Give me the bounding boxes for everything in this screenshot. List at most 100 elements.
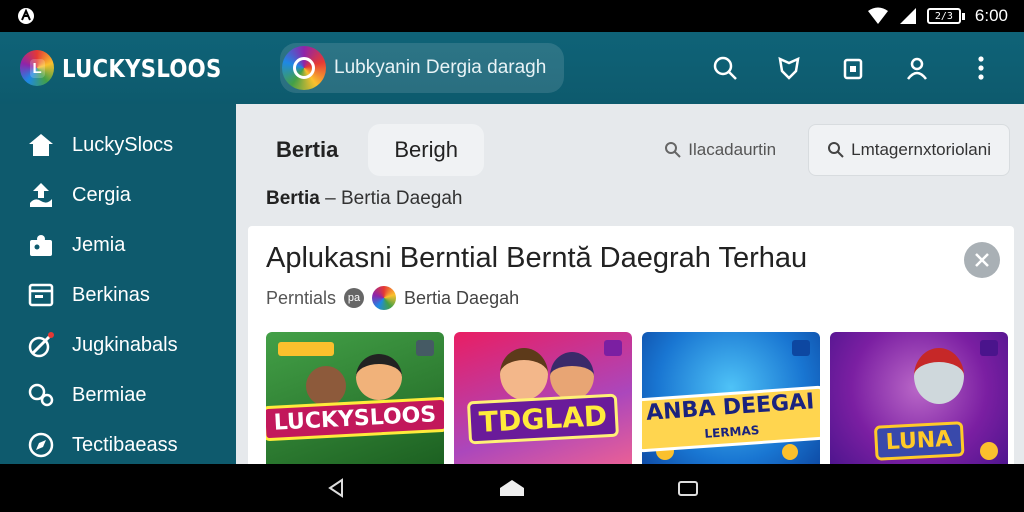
sidebar-item-label: Berkinas bbox=[72, 283, 150, 306]
more-button[interactable] bbox=[960, 47, 1002, 89]
thumbnail-tag-icon bbox=[792, 340, 810, 356]
sidebar: LuckySlocs Cergia Jemia Berkinas Jugkina… bbox=[0, 104, 236, 464]
filter-chip-label: Lmtagernxtoriolani bbox=[851, 140, 991, 159]
shield-icon bbox=[778, 56, 800, 80]
article-meta: Perntials pa Bertia Daegah bbox=[266, 286, 519, 310]
coin-icon bbox=[980, 442, 998, 460]
brand[interactable]: L LUCKYSLOOS bbox=[20, 50, 250, 86]
puzzle-icon bbox=[30, 235, 52, 256]
sidebar-item-label: Jemia bbox=[72, 233, 126, 256]
thumbnail-title-main: ANBA DEEGAI bbox=[645, 388, 816, 426]
sidebar-item-berkinas[interactable]: Berkinas bbox=[0, 270, 236, 320]
search-logo-icon bbox=[282, 46, 326, 90]
sidebar-item-jugkinabals[interactable]: Jugkinabals bbox=[0, 320, 236, 370]
filter-chip-2[interactable]: Lmtagernxtoriolani bbox=[808, 124, 1010, 176]
search-text: Lubkyanin Dergia daragh bbox=[334, 57, 547, 78]
home-icon bbox=[29, 134, 53, 156]
tab-bertia[interactable]: Bertia bbox=[250, 124, 364, 176]
breadcrumb: Bertia – Bertia Daegah bbox=[266, 188, 462, 210]
search-icon bbox=[828, 142, 844, 158]
sidebar-item-bermiae[interactable]: Bermiae bbox=[0, 370, 236, 420]
sidebar-item-label: Jugkinabals bbox=[72, 333, 178, 356]
main-content: Bertia Berigh Ilacadaurtin Lmtagernxtori… bbox=[236, 104, 1024, 464]
search-button[interactable] bbox=[704, 47, 746, 89]
sidebar-item-label: Bermiae bbox=[72, 383, 147, 406]
wifi-icon bbox=[867, 7, 888, 24]
home-icon bbox=[500, 480, 524, 496]
character-avatar-icon bbox=[356, 354, 402, 400]
filter-chip-1[interactable]: Ilacadaurtin bbox=[646, 124, 794, 176]
meta-author[interactable]: Bertia Daegah bbox=[404, 288, 519, 309]
sidebar-item-label: Tectibaeass bbox=[72, 433, 178, 456]
tool-icon bbox=[28, 332, 54, 358]
thumbnail-sticker bbox=[278, 342, 334, 356]
author-logo-icon bbox=[372, 286, 397, 310]
game-thumbnail[interactable]: TDGLAD bbox=[454, 332, 632, 464]
search-icon bbox=[665, 142, 681, 158]
thumbnail-title: LUNA bbox=[873, 421, 965, 461]
toolbar bbox=[704, 47, 1002, 89]
thumbnail-tag-icon bbox=[980, 340, 998, 356]
search-input[interactable]: Lubkyanin Dergia daragh bbox=[280, 43, 564, 93]
sidebar-item-label: LuckySlocs bbox=[72, 133, 174, 156]
shield-button[interactable] bbox=[768, 47, 810, 89]
close-icon bbox=[975, 253, 989, 267]
wallet-button[interactable] bbox=[832, 47, 874, 89]
brand-name: LUCKYSLOOS bbox=[62, 53, 222, 83]
coin-icon bbox=[782, 444, 798, 460]
thumbnail-title: LUCKYSLOOS bbox=[266, 396, 444, 442]
upload-icon bbox=[30, 183, 52, 207]
tab-berigh[interactable]: Berigh bbox=[368, 124, 484, 176]
compass-icon bbox=[28, 432, 54, 458]
sidebar-item-home[interactable]: LuckySlocs bbox=[0, 120, 236, 170]
article-card: Aplukasni Berntial Berntă Daegrah Terhau… bbox=[248, 226, 1014, 464]
card-icon bbox=[28, 283, 54, 307]
meta-badge: pa bbox=[344, 288, 365, 308]
profile-button[interactable] bbox=[896, 47, 938, 89]
article-title: Aplukasni Berntial Berntă Daegrah Terhau bbox=[266, 242, 808, 274]
link-icon bbox=[28, 383, 54, 407]
recents-button[interactable] bbox=[670, 470, 706, 506]
back-button[interactable] bbox=[318, 470, 354, 506]
character-avatar-icon bbox=[306, 366, 346, 406]
character-avatar-icon bbox=[550, 352, 594, 400]
thumbnail-tag-icon bbox=[416, 340, 434, 356]
system-nav-bar bbox=[0, 464, 1024, 512]
more-icon bbox=[978, 56, 984, 80]
back-icon bbox=[328, 478, 343, 498]
brand-logo: L bbox=[20, 50, 55, 86]
app-bar: L LUCKYSLOOS Lubkyanin Dergia daragh bbox=[0, 32, 1024, 104]
signal-icon bbox=[899, 8, 916, 24]
recents-icon bbox=[678, 481, 698, 496]
game-thumbnail[interactable]: ANBA DEEGAI LERMAS bbox=[642, 332, 820, 464]
thumbnail-subtitle: LERMAS bbox=[703, 422, 760, 441]
tab-strip: Bertia Berigh Ilacadaurtin Lmtagernxtori… bbox=[250, 118, 1010, 182]
game-thumbnail[interactable]: LUNA bbox=[830, 332, 1008, 464]
game-thumbnail[interactable]: LUCKYSLOOS bbox=[266, 332, 444, 464]
close-button[interactable] bbox=[964, 242, 1000, 278]
sidebar-item-jemia[interactable]: Jemia bbox=[0, 220, 236, 270]
sidebar-item-label: Cergia bbox=[72, 183, 131, 206]
sidebar-item-cergia[interactable]: Cergia bbox=[0, 170, 236, 220]
status-bar: 2/3 6:00 bbox=[0, 0, 1024, 32]
character-avatar-icon bbox=[914, 348, 964, 404]
breadcrumb-separator: – bbox=[325, 188, 336, 209]
battery-level: 2/3 bbox=[926, 8, 961, 24]
user-icon bbox=[907, 57, 927, 80]
thumbnail-row: LUCKYSLOOS TDGLAD ANBA DEEGAI LERMAS LUN… bbox=[266, 332, 1008, 464]
thumbnail-tag-icon bbox=[604, 340, 622, 356]
breadcrumb-current[interactable]: Bertia bbox=[266, 188, 320, 209]
meta-prefix: Perntials bbox=[266, 287, 337, 308]
breadcrumb-rest: Bertia Daegah bbox=[341, 188, 463, 209]
battery-icon: 2/3 bbox=[926, 8, 965, 24]
wallet-icon bbox=[843, 58, 863, 80]
filter-chip-label: Ilacadaurtin bbox=[688, 140, 777, 159]
home-button[interactable] bbox=[494, 470, 530, 506]
character-avatar-icon bbox=[500, 348, 548, 400]
thumbnail-title: TDGLAD bbox=[466, 393, 620, 445]
sidebar-item-tectibaeass[interactable]: Tectibaeass bbox=[0, 420, 236, 470]
clock: 6:00 bbox=[974, 6, 1008, 25]
search-icon bbox=[713, 56, 737, 80]
notification-icon bbox=[18, 8, 34, 24]
thumbnail-title: ANBA DEEGAI LERMAS bbox=[642, 385, 820, 453]
